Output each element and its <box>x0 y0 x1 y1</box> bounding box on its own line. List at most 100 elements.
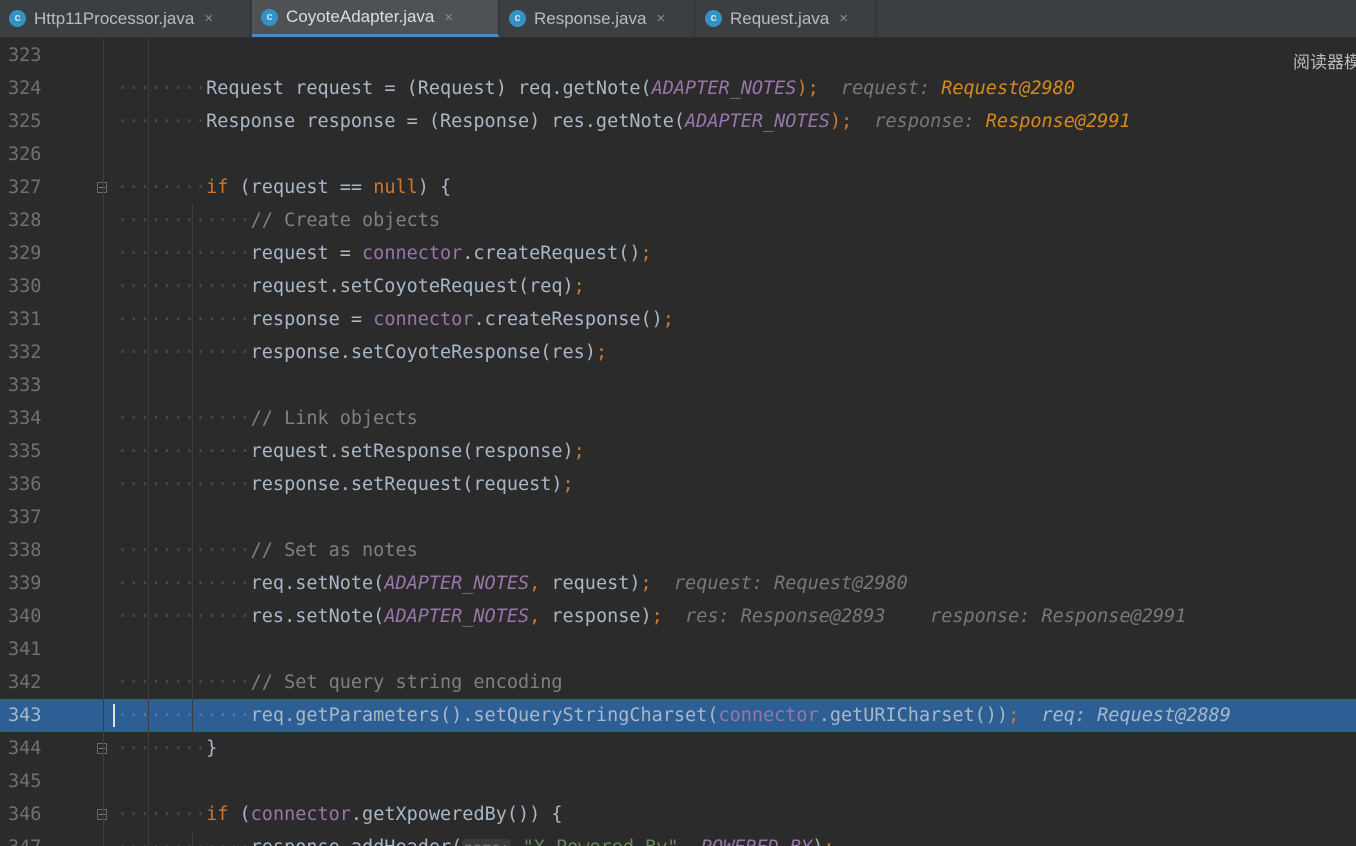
close-icon[interactable]: × <box>656 10 665 27</box>
indent-guide <box>192 831 194 846</box>
tab-request[interactable]: c Request.java × <box>696 0 877 37</box>
code-line[interactable]: 325 ········Response response = (Response… <box>0 105 1356 138</box>
code-token: ADAPTER_NOTES <box>384 573 530 594</box>
code-line[interactable]: 334 ············// Link objects <box>0 402 1356 435</box>
code-line[interactable]: 340 ············res.setNote(ADAPTER_NOTES… <box>0 600 1356 633</box>
code-token: ); <box>796 78 819 99</box>
line-number[interactable]: 345 <box>8 765 46 798</box>
code-text[interactable]: ············// Set as notes <box>117 534 418 567</box>
fold-toggle-icon[interactable] <box>97 182 107 193</box>
code-token: ; <box>662 309 674 330</box>
code-line[interactable]: 328 ············// Create objects <box>0 204 1356 237</box>
line-number[interactable]: 328 <box>8 204 46 237</box>
line-number[interactable]: 336 <box>8 468 46 501</box>
code-token: request) <box>551 573 641 594</box>
line-number[interactable]: 344 <box>8 732 46 765</box>
code-line[interactable]: 327 ········if (request == null) { <box>0 171 1356 204</box>
code-text[interactable]: ············// Link objects <box>117 402 418 435</box>
code-line[interactable]: 337 <box>0 501 1356 534</box>
tab-label: Http11Processor.java <box>34 8 195 28</box>
code-text[interactable]: ········if (connector.getXpoweredBy()) { <box>117 798 563 831</box>
line-number[interactable]: 324 <box>8 72 46 105</box>
tab-http11processor[interactable]: c Http11Processor.java × <box>0 0 251 37</box>
fold-toggle-icon[interactable] <box>97 809 107 820</box>
line-number[interactable]: 335 <box>8 435 46 468</box>
line-number[interactable]: 333 <box>8 369 46 402</box>
code-line[interactable]: 323 <box>0 39 1356 72</box>
class-icon: c <box>705 10 722 27</box>
line-number[interactable]: 325 <box>8 105 46 138</box>
close-icon[interactable]: × <box>204 10 213 27</box>
code-line[interactable]: 342 ············// Set query string encod… <box>0 666 1356 699</box>
code-text[interactable]: ············response = connector.createR… <box>117 303 674 336</box>
line-number[interactable]: 340 <box>8 600 46 633</box>
code-line[interactable]: 346 ········if (connector.getXpoweredBy()… <box>0 798 1356 831</box>
code-line[interactable]: 339 ············req.setNote(ADAPTER_NOTES… <box>0 567 1356 600</box>
code-text[interactable]: ············req.getParameters().setQuery… <box>117 699 1231 732</box>
line-number[interactable]: 326 <box>8 138 46 171</box>
code-token: ; <box>651 606 663 627</box>
line-number[interactable]: 341 <box>8 633 46 666</box>
code-line[interactable]: 333 <box>0 369 1356 402</box>
indent-whitespace: ············ <box>117 540 251 561</box>
code-line[interactable]: 324 ········Request request = (Request) r… <box>0 72 1356 105</box>
tab-coyoteadapter[interactable]: c CoyoteAdapter.java × <box>252 0 499 37</box>
code-line[interactable]: 338 ············// Set as notes <box>0 534 1356 567</box>
code-token: ; <box>595 342 608 363</box>
code-text[interactable]: ············response.setRequest(request)… <box>117 468 574 501</box>
fold-toggle-icon[interactable] <box>97 743 107 754</box>
code-text[interactable]: ········if (request == null) { <box>117 171 451 204</box>
line-number[interactable]: 339 <box>8 567 46 600</box>
code-text[interactable]: ············// Create objects <box>117 204 440 237</box>
code-text[interactable]: ············request = connector.createRe… <box>117 237 652 270</box>
code-line[interactable]: 347 ············response.addHeader(name: … <box>0 831 1356 846</box>
line-number[interactable]: 334 <box>8 402 46 435</box>
line-number[interactable]: 346 <box>8 798 46 831</box>
code-text[interactable]: ········Response response = (Response) r… <box>117 105 1131 138</box>
code-line[interactable]: 329 ············request = connector.creat… <box>0 237 1356 270</box>
indent-whitespace: ············ <box>117 342 251 363</box>
code-line[interactable]: 341 <box>0 633 1356 666</box>
code-text[interactable]: ········} <box>117 732 217 765</box>
code-text[interactable]: ············request.setResponse(response… <box>117 435 585 468</box>
code-token: connector <box>718 705 819 726</box>
code-line[interactable]: 332 ············response.setCoyoteRespons… <box>0 336 1356 369</box>
code-token: if <box>206 177 229 198</box>
code-text[interactable]: ············response.setCoyoteResponse(r… <box>117 336 607 369</box>
line-number[interactable]: 329 <box>8 237 46 270</box>
close-icon[interactable]: × <box>444 9 453 26</box>
code-text[interactable]: ········Request request = (Request) req.… <box>117 72 1075 105</box>
debug-value-hint: request: <box>841 78 942 99</box>
code-token: connector <box>373 309 474 330</box>
code-line[interactable]: 330 ············request.setCoyoteRequest(… <box>0 270 1356 303</box>
line-number[interactable]: 330 <box>8 270 46 303</box>
tab-response[interactable]: c Response.java × <box>500 0 695 37</box>
line-number[interactable]: 338 <box>8 534 46 567</box>
line-number[interactable]: 327 <box>8 171 46 204</box>
class-icon: c <box>9 10 26 27</box>
line-number[interactable]: 332 <box>8 336 46 369</box>
code-line[interactable]: 326 <box>0 138 1356 171</box>
line-number[interactable]: 337 <box>8 501 46 534</box>
line-number[interactable]: 323 <box>8 39 46 72</box>
code-line[interactable]: 335 ············request.setResponse(respo… <box>0 435 1356 468</box>
current-code-line[interactable]: 343 ············req.getParameters().setQu… <box>0 699 1356 732</box>
line-number[interactable]: 343 <box>8 699 46 732</box>
line-number[interactable]: 342 <box>8 666 46 699</box>
code-line[interactable]: 331 ············response = connector.crea… <box>0 303 1356 336</box>
close-icon[interactable]: × <box>839 10 848 27</box>
reader-mode-button[interactable]: 阅读器模 <box>1293 48 1356 73</box>
line-number[interactable]: 331 <box>8 303 46 336</box>
code-line[interactable]: 336 ············response.setRequest(reque… <box>0 468 1356 501</box>
code-text[interactable]: ············response.addHeader(name: "X-… <box>117 831 834 846</box>
code-text[interactable]: ············request.setCoyoteRequest(req… <box>117 270 585 303</box>
line-number[interactable]: 347 <box>8 831 46 846</box>
code-line[interactable]: 344 ········} <box>0 732 1356 765</box>
code-editor[interactable]: 323 324 ········Request request = (Request… <box>0 38 1356 846</box>
code-text[interactable]: ············// Set query string encoding <box>117 666 563 699</box>
code-text[interactable]: ············res.setNote(ADAPTER_NOTES, r… <box>117 600 1186 633</box>
code-line[interactable]: 345 <box>0 765 1356 798</box>
code-text[interactable]: ············req.setNote(ADAPTER_NOTES, r… <box>117 567 908 600</box>
code-token: // Set as notes <box>250 540 418 561</box>
